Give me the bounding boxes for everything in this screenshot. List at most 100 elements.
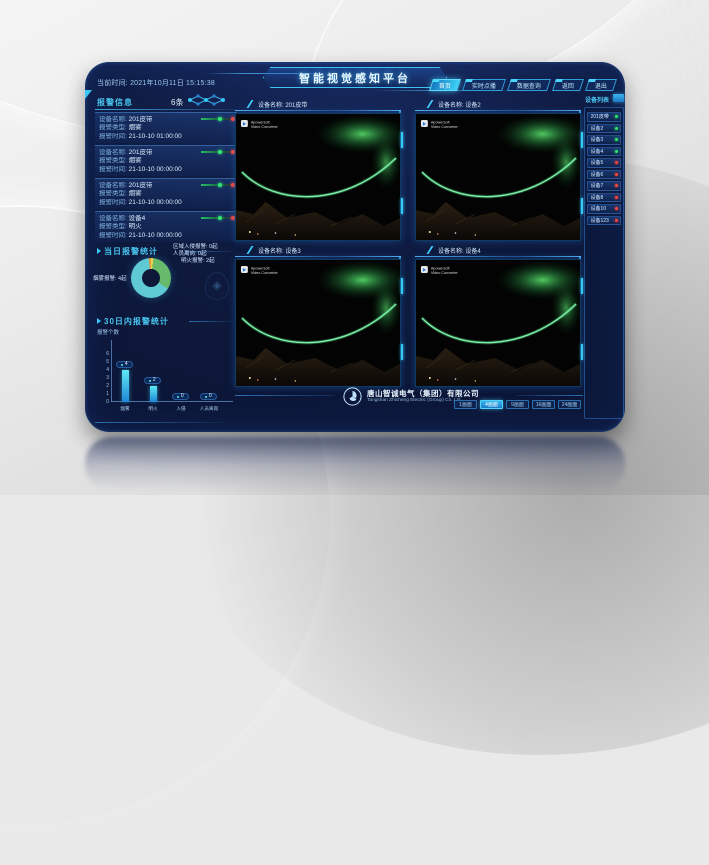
slash-icon xyxy=(427,100,437,108)
frame-accent xyxy=(401,198,403,214)
y-tick: 2 xyxy=(101,383,109,389)
video-device-label: 设备名称: 设备2 xyxy=(438,100,481,109)
screen-reflection xyxy=(85,437,625,491)
device-item-4[interactable]: 设备4 xyxy=(587,147,621,157)
device-item-1[interactable]: 201皮带 xyxy=(587,112,621,122)
device-list-items: 201皮带设备2设备3 设备4设备5 设备6设备7 设备8设备10 设备123 xyxy=(584,107,624,419)
y-tick: 5 xyxy=(101,359,109,365)
view-button-4[interactable]: 16画面 xyxy=(532,400,555,409)
nav-button-3[interactable]: 数据查询 xyxy=(507,79,551,91)
video-cell-1[interactable]: 设备名称: 201皮带 Apowersoft Video Conver xyxy=(235,98,401,244)
device-status-dot xyxy=(615,196,618,199)
nav-button-label: 返回 xyxy=(562,81,574,90)
main-nav: 首页实时点播 数据查询 返回 退出 xyxy=(431,79,615,91)
nav-button-label: 数据查询 xyxy=(517,81,541,90)
device-item-9[interactable]: 设备10 xyxy=(587,204,621,214)
device-item-10[interactable]: 设备123 xyxy=(587,216,621,226)
topology-icon xyxy=(185,92,229,108)
view-button-2[interactable]: 4画面 xyxy=(480,400,503,409)
device-status-dot xyxy=(615,219,618,222)
view-button-1[interactable]: 1画面 xyxy=(454,400,477,409)
bar-chart-y-axis xyxy=(111,340,112,402)
device-item-6[interactable]: 设备6 xyxy=(587,170,621,180)
alarm-entry-field: 报警时间: 21-10-10 00:00:00 xyxy=(99,199,233,208)
video-cell-3[interactable]: 设备名称: 设备3 Apowersoft Video Converte xyxy=(235,244,401,390)
alarm-panel-divider xyxy=(95,109,237,110)
bar-4: 0人员离岗 xyxy=(197,328,221,420)
alarm-panel-title: 报警信息 xyxy=(97,97,133,108)
alarm-entry-1[interactable]: 设备名称: 201皮带报警类型: 烟雾报警时间: 21-10-10 01:00:… xyxy=(95,112,237,143)
today-stats-title: 当日报警统计 xyxy=(97,246,158,257)
nav-button-2[interactable]: 实时点播 xyxy=(462,79,506,91)
frame-accent xyxy=(401,278,403,294)
alarm-count-badge: 6条 xyxy=(171,97,183,108)
alarm-entry-field: 报警类型: 烟雾 xyxy=(99,124,233,133)
alarm-entry-field: 报警类型: 烟雾 xyxy=(99,157,233,166)
slash-icon xyxy=(427,246,437,254)
frame-accent xyxy=(581,278,583,294)
svg-text:Video Converter: Video Converter xyxy=(251,271,279,275)
alarm-entry-field: 报警类型: 明火 xyxy=(99,223,233,232)
view-button-5[interactable]: 24画面 xyxy=(558,400,581,409)
current-time: 当前时间: 2021年10月11日 15:15:38 xyxy=(97,78,215,88)
y-tick: 1 xyxy=(101,391,109,397)
frame-accent xyxy=(401,344,403,360)
device-status-dot xyxy=(615,207,618,210)
bar-2: 2明火 xyxy=(141,328,165,420)
frame-accent xyxy=(581,132,583,148)
alarm-level-meter xyxy=(201,184,233,186)
alarm-entry-2[interactable]: 设备名称: 201皮带报警类型: 烟雾报警时间: 21-10-10 00:00:… xyxy=(95,145,237,176)
frame-accent xyxy=(581,344,583,360)
footer-divider xyxy=(235,395,335,396)
svg-text:Apowersoft: Apowersoft xyxy=(251,266,271,270)
desktop-background: 当前时间: 2021年10月11日 15:15:38 智能视觉感知平台 首页实时… xyxy=(0,0,709,495)
video-header: 设备名称: 设备4 xyxy=(415,244,581,256)
nav-button-5[interactable]: 退出 xyxy=(585,79,617,91)
device-status-dot xyxy=(615,138,618,141)
svg-text:Apowersoft: Apowersoft xyxy=(251,120,271,124)
device-item-8[interactable]: 设备8 xyxy=(587,193,621,203)
device-status-dot xyxy=(615,184,618,187)
alarm-entry-4[interactable]: 设备名称: 设备4报警类型: 明火报警时间: 21-10-10 00:00:00 xyxy=(95,211,237,242)
device-item-2[interactable]: 设备2 xyxy=(587,124,621,134)
svg-text:Apowersoft: Apowersoft xyxy=(431,120,451,124)
video-cell-4[interactable]: 设备名称: 设备4 Apowersoft Video Converte xyxy=(415,244,581,390)
device-item-7[interactable]: 设备7 xyxy=(587,181,621,191)
bar-chart: 报警个数 0123456 4烟雾2明火0入侵0人员离岗 xyxy=(95,328,237,420)
video-feed[interactable]: Apowersoft Video Converter xyxy=(415,259,581,387)
footer-divider xyxy=(517,395,583,396)
device-list-view-toggle[interactable] xyxy=(613,94,624,102)
y-tick: 3 xyxy=(101,375,109,381)
video-feed[interactable]: Apowersoft Video Converter xyxy=(235,113,401,241)
alarm-list: 设备名称: 201皮带报警类型: 烟雾报警时间: 21-10-10 01:00:… xyxy=(95,112,237,244)
video-header: 设备名称: 设备3 xyxy=(235,244,401,256)
alarm-entry-field: 报警时间: 21-10-10 00:00:00 xyxy=(99,232,233,241)
device-status-dot xyxy=(615,161,618,164)
monthly-stats-title: 30日内报警统计 xyxy=(97,316,169,327)
device-status-dot xyxy=(615,115,618,118)
video-cell-2[interactable]: 设备名称: 设备2 Apowersoft Video Converte xyxy=(415,98,581,244)
view-buttons: 1画面4画面9画面16画面24画面 xyxy=(454,400,581,409)
device-item-5[interactable]: 设备5 xyxy=(587,158,621,168)
alarm-entry-field: 报警类型: 烟雾 xyxy=(99,190,233,199)
slash-icon xyxy=(247,246,257,254)
alarm-entry-field: 报警时间: 21-10-10 00:00:00 xyxy=(99,166,233,175)
device-item-3[interactable]: 设备3 xyxy=(587,135,621,145)
donut-label-2: 明火报警: 2起 xyxy=(181,256,215,264)
nav-button-1[interactable]: 首页 xyxy=(429,79,461,91)
nav-button-4[interactable]: 返回 xyxy=(552,79,584,91)
video-header: 设备名称: 设备2 xyxy=(415,98,581,110)
device-status-dot xyxy=(615,127,618,130)
alarm-entry-field: 报警时间: 21-10-10 01:00:00 xyxy=(99,133,233,142)
frame-accent xyxy=(581,198,583,214)
svg-text:Apowersoft: Apowersoft xyxy=(431,266,451,270)
y-tick: 6 xyxy=(101,351,109,357)
alarm-level-meter xyxy=(201,217,233,219)
video-feed[interactable]: Apowersoft Video Converter xyxy=(415,113,581,241)
alarm-entry-3[interactable]: 设备名称: 201皮带报警类型: 烟雾报警时间: 21-10-10 00:00:… xyxy=(95,178,237,209)
section-divider xyxy=(189,321,237,322)
video-feed[interactable]: Apowersoft Video Converter xyxy=(235,259,401,387)
company-name-cn: 唐山智诚电气（集团）有限公司 xyxy=(367,389,479,398)
view-button-3[interactable]: 9画面 xyxy=(506,400,529,409)
video-header: 设备名称: 201皮带 xyxy=(235,98,401,110)
